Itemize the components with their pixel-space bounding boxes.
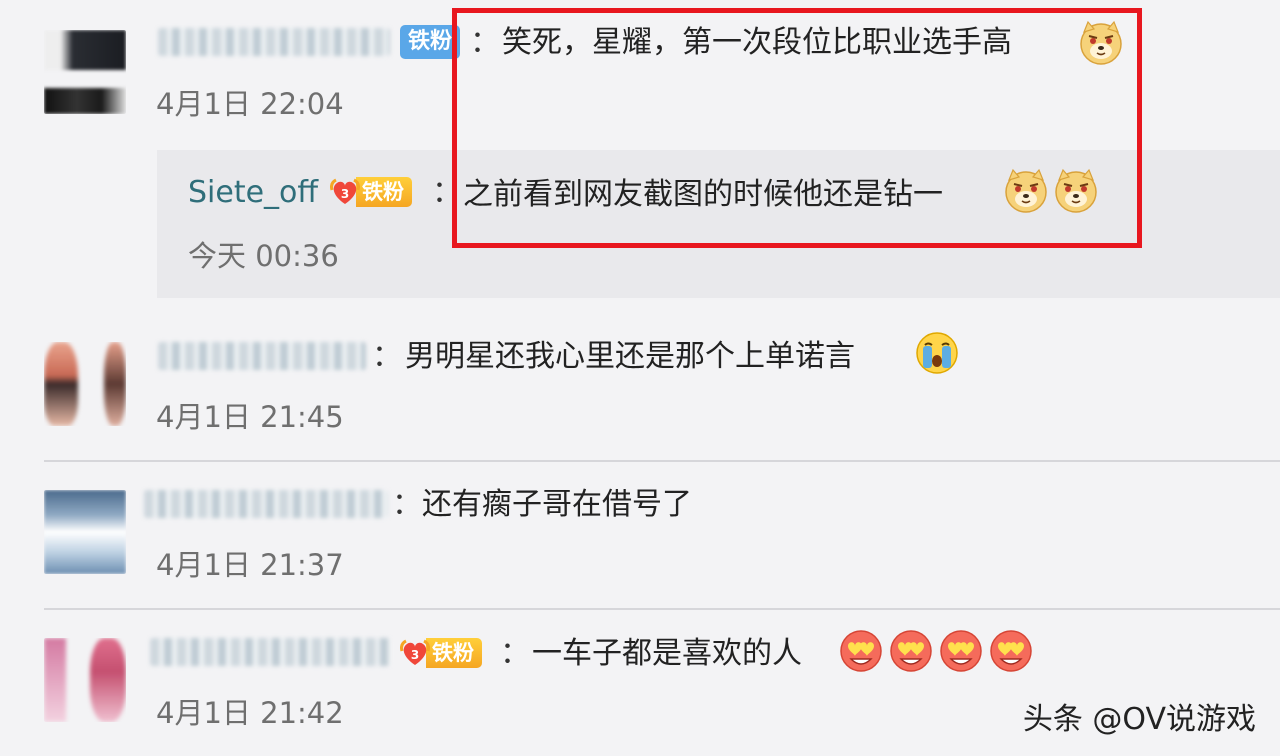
iron-fan-badge: 铁粉 xyxy=(400,636,482,670)
username-redacted[interactable] xyxy=(150,638,390,666)
heart-eyes-emoji-icon xyxy=(890,630,932,672)
iron-fan-badge: 铁粉 xyxy=(330,175,412,209)
badge-label: 铁粉 xyxy=(356,177,412,207)
comment-timestamp: 4月1日 21:42 xyxy=(156,696,344,730)
comment-text: 还有瘸子哥在借号了 xyxy=(422,487,692,522)
divider xyxy=(44,460,1280,462)
heart-fan-badge-icon xyxy=(330,178,360,206)
crying-emoji-icon xyxy=(916,332,958,374)
avatar[interactable] xyxy=(44,342,126,426)
colon: ： xyxy=(392,487,422,522)
watermark: 头条 @OV说游戏 xyxy=(1022,702,1256,737)
comment-timestamp: 4月1日 22:04 xyxy=(156,87,344,121)
avatar[interactable] xyxy=(44,490,126,574)
divider xyxy=(44,608,1280,610)
comment-text: 男明星还我心里还是那个上单诺言 xyxy=(405,339,855,374)
badge-label: 铁粉 xyxy=(426,638,482,668)
comment-text: 一车子都是喜欢的人 xyxy=(532,636,802,671)
comment-timestamp: 4月1日 21:45 xyxy=(156,400,344,434)
reply-username[interactable]: Siete_off xyxy=(188,173,318,213)
colon: ： xyxy=(372,339,402,374)
comment-timestamp: 4月1日 21:37 xyxy=(156,548,344,582)
heart-eyes-emoji-icon xyxy=(990,630,1032,672)
avatar[interactable] xyxy=(44,30,126,114)
heart-fan-badge-icon xyxy=(400,639,430,667)
highlight-box xyxy=(452,8,1142,248)
heart-eyes-emoji-icon xyxy=(940,630,982,672)
reply-timestamp: 今天 00:36 xyxy=(188,239,339,273)
avatar[interactable] xyxy=(44,638,126,722)
username-redacted[interactable] xyxy=(158,342,366,370)
comment-page: 铁粉 ： 笑死，星耀，第一次段位比职业选手高 4月1日 22:04 Siete_… xyxy=(0,0,1280,756)
colon: ： xyxy=(500,636,530,671)
iron-fan-badge: 铁粉 xyxy=(400,25,461,59)
username-redacted[interactable] xyxy=(158,28,390,56)
heart-eyes-emoji-icon xyxy=(840,630,882,672)
username-redacted[interactable] xyxy=(144,490,388,518)
